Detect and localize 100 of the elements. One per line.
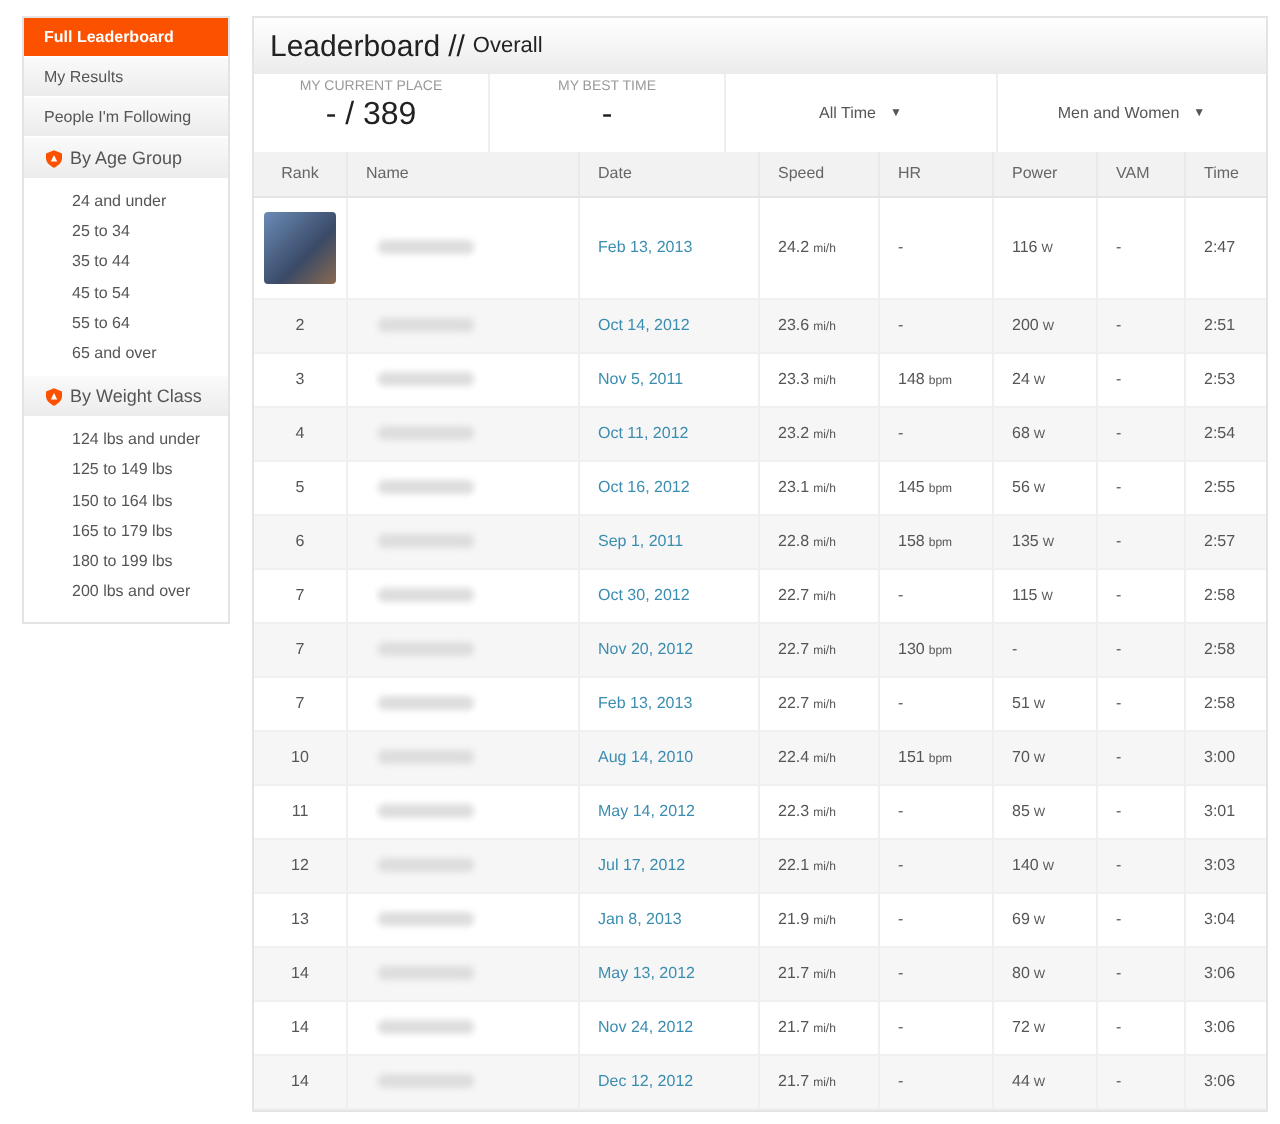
group-label: By Weight Class: [70, 386, 202, 407]
table-cell: 3:06: [1185, 946, 1266, 1000]
table-cell: 2:57: [1185, 514, 1266, 568]
table-cell: -: [1097, 406, 1185, 460]
rank-number: 7: [295, 640, 305, 658]
blurred-name: [378, 588, 474, 602]
date-link[interactable]: Nov 24, 2012: [598, 1018, 694, 1036]
date-link[interactable]: Feb 13, 2013: [598, 238, 693, 256]
table-cell: -: [1097, 622, 1185, 676]
date-link[interactable]: Sep 1, 2011: [598, 532, 684, 550]
table-cell: 2:54: [1185, 406, 1266, 460]
column-header: Speed: [759, 152, 879, 196]
date-link[interactable]: Jan 8, 2013: [598, 910, 682, 928]
table-cell: -: [1097, 730, 1185, 784]
table-cell: 3:03: [1185, 838, 1266, 892]
blurred-name: [378, 966, 474, 980]
table-cell: -: [879, 838, 993, 892]
blurred-name: [378, 480, 474, 494]
date-link[interactable]: Oct 16, 2012: [598, 478, 690, 496]
rank-number: 5: [295, 478, 305, 496]
sidebar-subitem[interactable]: 35 to 44: [72, 246, 228, 278]
sidebar-subitem[interactable]: 24 and under: [72, 186, 228, 217]
column-header: HR: [879, 152, 993, 196]
sidebar-subitem[interactable]: 65 and over: [72, 338, 228, 369]
sidebar-subitem[interactable]: 180 to 199 lbs: [72, 546, 228, 577]
table-cell: -: [879, 892, 993, 946]
date-link[interactable]: Oct 11, 2012: [598, 424, 689, 442]
stat-value: - / 389: [323, 98, 419, 134]
sidebar-subitem[interactable]: 165 to 179 lbs: [72, 515, 228, 547]
date-link[interactable]: Oct 14, 2012: [598, 316, 690, 334]
table-cell: -: [993, 622, 1097, 676]
sidebar-subitem[interactable]: 124 lbs and under: [72, 424, 228, 455]
blurred-name: [378, 372, 474, 386]
date-link[interactable]: Jul 17, 2012: [598, 856, 686, 874]
table-cell: 2:58: [1185, 622, 1266, 676]
date-link[interactable]: May 13, 2012: [598, 964, 695, 982]
blurred-name: [378, 696, 474, 710]
blurred-name: [378, 858, 474, 872]
sidebar-subitem[interactable]: 25 to 34: [72, 216, 228, 247]
table-cell: 3:00: [1185, 730, 1266, 784]
table-cell: -: [1097, 298, 1185, 352]
blurred-name: [378, 534, 474, 548]
column-header: Name: [347, 152, 579, 196]
filter-label: All Time: [819, 103, 876, 123]
stat-value: -: [599, 98, 615, 134]
table-cell: -: [1097, 892, 1185, 946]
rank-number: 13: [291, 910, 309, 928]
blurred-name: [378, 1074, 474, 1088]
table-cell: -: [1097, 1000, 1185, 1054]
rank-number: 14: [291, 964, 309, 982]
table-cell: -: [1097, 676, 1185, 730]
table-cell: 3:04: [1185, 892, 1266, 946]
sidebar-subitem[interactable]: 200 lbs and over: [72, 576, 228, 607]
table-cell: 3:06: [1185, 1054, 1266, 1108]
table-cell: -: [1097, 568, 1185, 622]
table-cell: -: [879, 298, 993, 352]
sidebar-subitem[interactable]: 150 to 164 lbs: [72, 485, 228, 516]
sidebar-item[interactable]: My Results: [24, 58, 228, 98]
date-link[interactable]: Nov 20, 2012: [598, 640, 694, 658]
sidebar-subitem[interactable]: 45 to 54: [72, 277, 228, 308]
date-link[interactable]: Aug 14, 2010: [598, 748, 694, 766]
sidebar-item[interactable]: People I'm Following: [24, 98, 228, 138]
blurred-name: [378, 426, 474, 440]
table-cell: -: [879, 676, 993, 730]
column-header: Power: [993, 152, 1097, 196]
table-cell: -: [1097, 514, 1185, 568]
rank-number: 4: [295, 424, 305, 442]
date-link[interactable]: Oct 30, 2012: [598, 586, 690, 604]
blurred-name: [378, 1020, 474, 1034]
column-header: Date: [579, 152, 759, 196]
sidebar-group-header[interactable]: By Age Group: [24, 138, 228, 178]
blurred-name: [378, 804, 474, 818]
sidebar-group-header[interactable]: By Weight Class: [24, 376, 228, 417]
table-cell: -: [879, 406, 993, 460]
table-cell: 2:47: [1185, 196, 1266, 298]
column-header: Time: [1185, 152, 1266, 196]
table-cell: 2:58: [1185, 676, 1266, 730]
table-cell: 2:53: [1185, 352, 1266, 406]
table-cell: -: [1097, 460, 1185, 514]
table-cell: 3:06: [1185, 1000, 1266, 1054]
panel-subtitle: Overall: [472, 34, 543, 58]
sidebar-subitem[interactable]: 55 to 64: [72, 307, 228, 339]
table-cell: -: [1097, 946, 1185, 1000]
rank-number: 6: [295, 532, 305, 550]
shield-icon: [46, 149, 62, 167]
table-cell: 2:55: [1185, 460, 1266, 514]
column-header: Rank: [254, 152, 347, 196]
rank-number: 10: [291, 748, 309, 766]
sidebar-subitem[interactable]: 125 to 149 lbs: [72, 454, 228, 486]
table-cell: -: [1097, 352, 1185, 406]
table-cell: -: [879, 784, 993, 838]
date-link[interactable]: Feb 13, 2013: [598, 694, 693, 712]
filter-label: Men and Women: [1057, 103, 1180, 123]
panel-title: Leaderboard: [270, 29, 441, 63]
blurred-name: [378, 240, 474, 254]
date-link[interactable]: Nov 5, 2011: [598, 370, 684, 388]
date-link[interactable]: Dec 12, 2012: [598, 1072, 694, 1090]
date-link[interactable]: May 14, 2012: [598, 802, 695, 820]
table-cell: -: [879, 946, 993, 1000]
rank-number: 7: [295, 586, 305, 604]
